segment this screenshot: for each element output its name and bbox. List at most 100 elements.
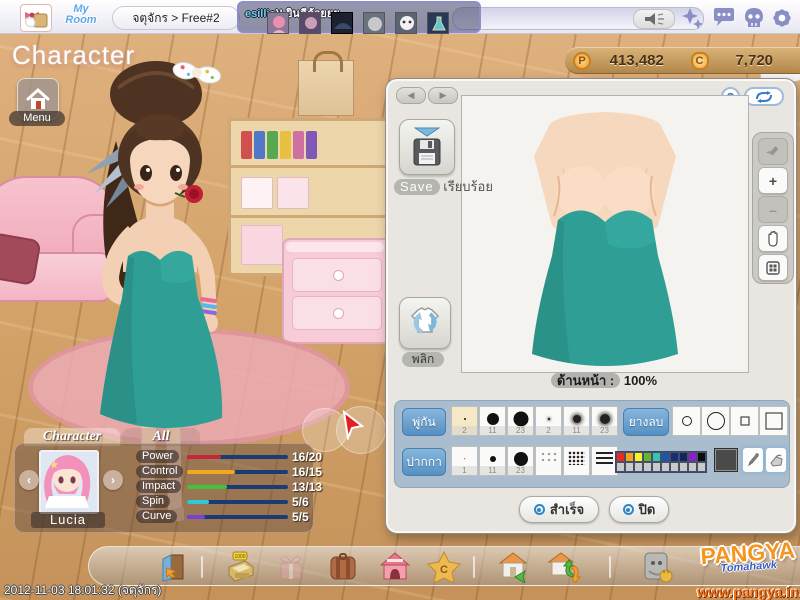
portrait-prev-button[interactable]: ‹ <box>19 470 39 490</box>
palette-empty-slot[interactable] <box>625 462 634 472</box>
chat-overlay: esillia)! ยินดีด้วยยย <box>237 1 481 34</box>
gift-icon[interactable] <box>275 551 307 583</box>
flip-view-button[interactable] <box>399 297 451 349</box>
skull-icon[interactable] <box>742 6 766 30</box>
save-button[interactable] <box>399 119 455 175</box>
palette-empty-slot[interactable] <box>652 462 661 472</box>
palette-color[interactable] <box>652 452 661 462</box>
nav-back-button[interactable]: ◀ <box>396 87 426 104</box>
player-avatar-thumb[interactable] <box>395 12 417 34</box>
eraser-shape-swatch[interactable] <box>672 406 701 436</box>
palette-empty-slot[interactable] <box>679 462 688 472</box>
save-label-row: Save เรียบร้อย <box>394 176 493 197</box>
reset-rotate-button[interactable] <box>744 87 784 106</box>
grid-view-button[interactable] <box>758 254 788 281</box>
stat-bar <box>187 455 288 459</box>
player-avatar-thumb[interactable] <box>427 12 449 34</box>
brush-size-swatch[interactable]: 23 <box>507 406 534 436</box>
palette-color[interactable] <box>625 452 634 462</box>
brush-tool-label[interactable]: พู่กัน <box>402 408 446 436</box>
outfit-preview-canvas[interactable] <box>461 95 749 373</box>
brush-size-swatch[interactable]: 2 <box>451 406 478 436</box>
pen-pattern-swatch[interactable] <box>591 446 618 476</box>
pink-drawers <box>282 238 392 344</box>
flip-label: พลิก <box>402 352 444 367</box>
palette-color[interactable] <box>661 452 670 462</box>
pen-size-swatch[interactable]: 23 <box>507 446 534 476</box>
pen-size-swatch[interactable]: 1 <box>451 446 478 476</box>
exit-door-icon[interactable] <box>157 551 189 583</box>
current-color-swatch[interactable] <box>714 448 738 472</box>
eraser-shape-swatch[interactable] <box>759 406 788 436</box>
enter-room-icon[interactable] <box>497 551 529 585</box>
floppy-disk-icon <box>413 138 441 166</box>
cash-register-icon[interactable]: 1000 <box>223 551 255 583</box>
myroom-logo: My Room <box>65 3 97 26</box>
palette-color[interactable] <box>688 452 697 462</box>
pencil-tool-button[interactable] <box>758 138 788 165</box>
myroom-badge-icon[interactable] <box>20 4 52 32</box>
fill-bucket-button[interactable] <box>765 447 787 473</box>
palette-color[interactable] <box>679 452 688 462</box>
player-avatar-thumb[interactable] <box>299 12 321 34</box>
palette-empty-slot[interactable] <box>688 462 697 472</box>
luggage-icon[interactable] <box>327 551 359 583</box>
nav-forward-button[interactable]: ▶ <box>428 87 458 104</box>
brush-size-swatch[interactable]: 11 <box>479 406 506 436</box>
palette-empty-slot[interactable] <box>697 462 706 472</box>
zoom-in-button[interactable]: + <box>758 167 788 194</box>
palette-empty-slot[interactable] <box>643 462 652 472</box>
brush-size-swatch[interactable]: 23 <box>591 406 618 436</box>
pencil-icon <box>766 146 778 155</box>
eyedropper-button[interactable] <box>742 447 764 473</box>
palette-empty-slot[interactable] <box>670 462 679 472</box>
eyedropper-icon <box>748 453 759 467</box>
canvas-tool-column: + – <box>752 132 794 284</box>
pen-pattern-swatch[interactable] <box>563 446 590 476</box>
palette-color[interactable] <box>643 452 652 462</box>
player-avatar-thumb[interactable] <box>331 12 353 34</box>
pen-size-swatch[interactable]: 11 <box>479 446 506 476</box>
palette-color[interactable] <box>634 452 643 462</box>
character-portrait <box>39 450 99 514</box>
palette-empty-slot[interactable] <box>634 462 643 472</box>
announcement-icon[interactable] <box>633 9 675 29</box>
pan-hand-button[interactable] <box>758 225 788 252</box>
pang-coin-icon: P <box>573 51 591 70</box>
sparkles-icon[interactable] <box>680 6 704 30</box>
pet-house-icon[interactable] <box>379 551 411 583</box>
pen-pattern-swatch[interactable] <box>535 446 562 476</box>
portrait-next-button[interactable]: › <box>103 470 123 490</box>
palette-color[interactable] <box>670 452 679 462</box>
zoom-out-button[interactable]: – <box>758 196 788 223</box>
paint-bucket-icon <box>769 454 783 467</box>
eraser-shape-swatch[interactable] <box>701 406 730 436</box>
palette-empty-slot[interactable] <box>616 462 625 472</box>
eraser-tool-label[interactable]: ยางลบ <box>623 408 669 436</box>
palette-empty-slot[interactable] <box>661 462 670 472</box>
done-button[interactable]: สำเร็จ <box>519 496 599 523</box>
palette-color[interactable] <box>697 452 706 462</box>
house-icon <box>26 87 50 109</box>
brush-size-swatch[interactable]: 11 <box>563 406 590 436</box>
hand-icon <box>768 230 778 247</box>
color-palette <box>615 451 707 473</box>
chat-bubble-icon[interactable] <box>712 6 736 30</box>
svg-text:C: C <box>440 564 448 576</box>
settings-gear-icon[interactable] <box>770 6 794 30</box>
close-button[interactable]: ปิด <box>609 496 669 523</box>
character-name: Lucia <box>31 512 105 528</box>
brush-size-swatch[interactable]: 2 <box>535 406 562 436</box>
radio-icon <box>622 504 634 515</box>
plug-icon[interactable] <box>641 551 673 583</box>
palette-color[interactable] <box>616 452 625 462</box>
player-avatar-thumb[interactable] <box>267 12 289 34</box>
save-note: เรียบร้อย <box>443 179 493 194</box>
timestamp: 2012-11-03 18:01:32 (จตุจักร) <box>4 583 162 597</box>
save-label: Save <box>394 179 440 195</box>
change-room-icon[interactable] <box>547 551 582 584</box>
eraser-shape-swatch[interactable] <box>730 406 759 436</box>
star-cookie-icon[interactable]: C <box>426 550 462 584</box>
pen-tool-label[interactable]: ปากกา <box>402 448 446 476</box>
player-avatar-thumb[interactable] <box>363 12 385 34</box>
